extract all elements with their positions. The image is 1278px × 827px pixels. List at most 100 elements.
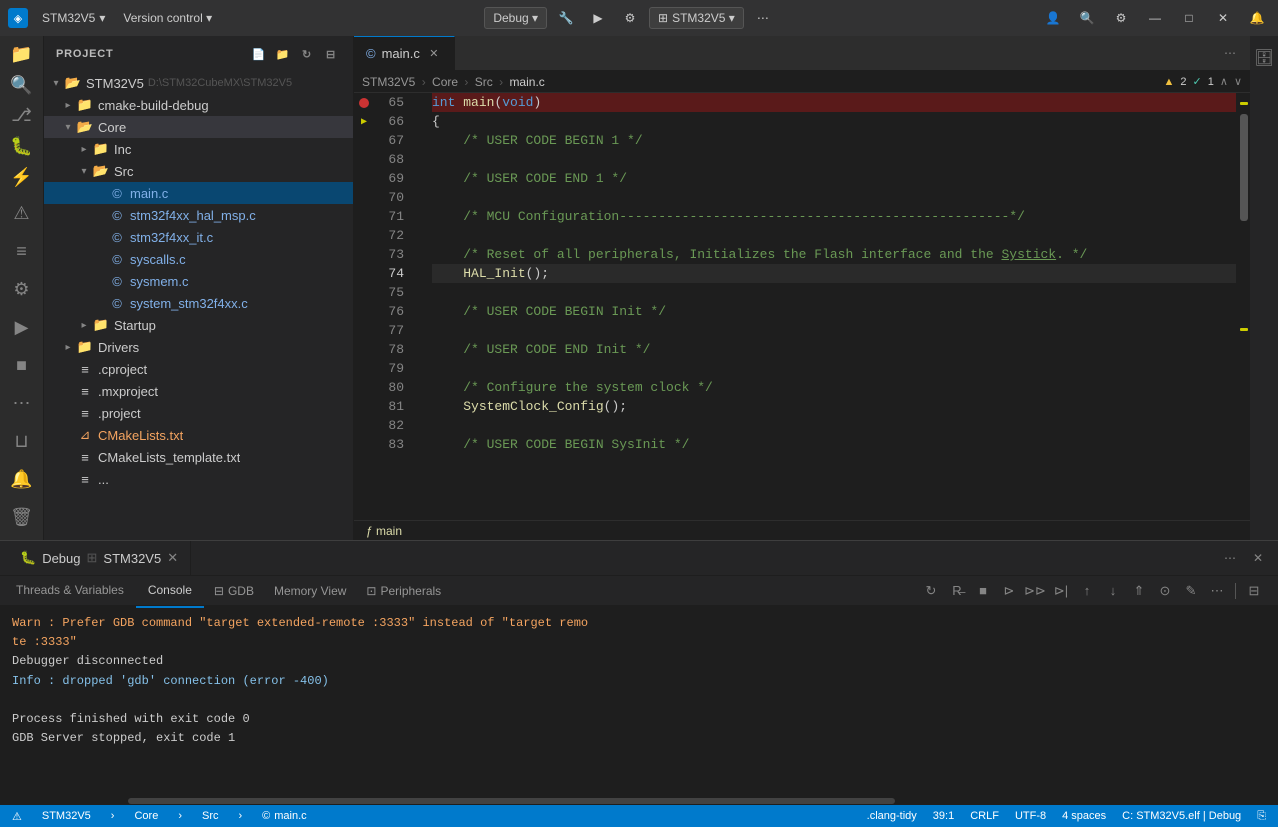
tree-item-cmakelists[interactable]: ▸ ⊿ CMakeLists.txt	[44, 424, 353, 446]
breadcrumb-file[interactable]: main.c	[509, 75, 544, 89]
bell-icon[interactable]: 🔔	[4, 462, 40, 498]
more-debug-icon[interactable]: ⋯	[1205, 579, 1229, 603]
status-sync-icon[interactable]: ⎘	[1253, 810, 1270, 823]
status-project[interactable]: STM32V5	[38, 810, 95, 822]
tree-item-more[interactable]: ▸ ≡ ...	[44, 468, 353, 490]
debug-selector[interactable]: Debug ▾	[484, 7, 547, 29]
explorer-icon[interactable]: 📁	[4, 40, 40, 69]
new-folder-icon[interactable]: 📁	[273, 44, 293, 64]
status-core[interactable]: Core	[130, 810, 162, 822]
tree-item-cproject[interactable]: ▸ ≡ .cproject	[44, 358, 353, 380]
tab-peripherals[interactable]: ⊡ Peripherals	[356, 576, 451, 606]
tab-main-c[interactable]: © main.c ✕	[354, 36, 455, 71]
tree-item-src[interactable]: ▾ 📂 Src	[44, 160, 353, 182]
editor-scrollbar[interactable]	[1236, 93, 1250, 520]
extensions-icon[interactable]: ⚡	[4, 163, 40, 192]
warning-icon[interactable]: ⚠	[4, 196, 40, 232]
settings-icon[interactable]: ⚙	[617, 5, 643, 31]
tab-close-button[interactable]: ✕	[426, 46, 442, 62]
list-icon[interactable]: ≡	[4, 234, 40, 270]
minimize-button[interactable]: —	[1142, 5, 1168, 31]
run-config-icon[interactable]: 🔧	[553, 5, 579, 31]
nav-up-icon[interactable]: ∧	[1220, 75, 1228, 88]
record-icon[interactable]: ⊙	[1153, 579, 1177, 603]
play-button[interactable]: ▶	[585, 5, 611, 31]
tree-item-system-stm32[interactable]: © system_stm32f4xx.c	[44, 292, 353, 314]
step-into-icon[interactable]: ⊳⊳	[1023, 579, 1047, 603]
debug-icon[interactable]: 🐛	[4, 132, 40, 161]
tree-item-cmake-build[interactable]: ▸ 📁 cmake-build-debug	[44, 94, 353, 116]
tree-item-startup[interactable]: ▸ 📁 Startup	[44, 314, 353, 336]
search-icon[interactable]: 🔍	[4, 71, 40, 100]
status-encoding[interactable]: UTF-8	[1011, 810, 1050, 822]
trash-icon[interactable]: 🗑	[4, 500, 40, 536]
menu-version-control[interactable]: Version control ▾	[115, 7, 220, 29]
stop-icon[interactable]: ■	[4, 348, 40, 384]
more-icon[interactable]: ⋯	[4, 386, 40, 422]
tree-item-stm32v5[interactable]: ▾ 📂 STM32V5 D:\STM32CubeMX\STM32V5	[44, 72, 353, 94]
tree-item-sysmem[interactable]: © sysmem.c	[44, 270, 353, 292]
tree-item-main-c[interactable]: © main.c	[44, 182, 353, 204]
breadcrumb-stm32v5[interactable]: STM32V5	[362, 75, 415, 89]
tree-item-drivers[interactable]: ▸ 📁 Drivers	[44, 336, 353, 358]
tree-item-inc[interactable]: ▸ 📁 Inc	[44, 138, 353, 160]
sidebar-content[interactable]: ▾ 📂 STM32V5 D:\STM32CubeMX\STM32V5 ▸ 📁 c…	[44, 72, 353, 540]
code-editor[interactable]: ▶ 65	[354, 93, 1250, 520]
menu-stm32v5[interactable]: STM32V5 ▾	[34, 7, 113, 29]
close-button[interactable]: ✕	[1210, 5, 1236, 31]
panel-more-icon[interactable]: ⋯	[1218, 546, 1242, 570]
stop-icon[interactable]: ■	[971, 579, 995, 603]
status-src[interactable]: Src	[198, 810, 223, 822]
step-up-icon[interactable]: ↑	[1075, 579, 1099, 603]
account-icon[interactable]: 👤	[1040, 5, 1066, 31]
debug-session-close[interactable]: ✕	[167, 550, 178, 566]
debug-session-tab[interactable]: 🐛 Debug ⊞ STM32V5 ✕	[8, 541, 191, 576]
reset-icon[interactable]: R̶	[945, 579, 969, 603]
settings-icon[interactable]: ⚙	[4, 272, 40, 308]
new-file-icon[interactable]: 📄	[249, 44, 269, 64]
tree-item-it-c[interactable]: © stm32f4xx_it.c	[44, 226, 353, 248]
debug-scrollbar[interactable]	[0, 797, 1278, 805]
tree-item-hal-msp[interactable]: © stm32f4xx_hal_msp.c	[44, 204, 353, 226]
status-warning-icon[interactable]: ⚠	[8, 810, 26, 823]
step-up2-icon[interactable]: ⇑	[1127, 579, 1151, 603]
tab-threads-variables[interactable]: Threads & Variables	[4, 573, 136, 608]
step-out-icon[interactable]: ⊳|	[1049, 579, 1073, 603]
breakpoint-icon[interactable]	[359, 98, 369, 108]
gear-icon[interactable]: ⚙	[1108, 5, 1134, 31]
restart-icon[interactable]: ↻	[919, 579, 943, 603]
database-icon[interactable]: 🗄	[1246, 40, 1278, 76]
status-clang-tidy[interactable]: .clang-tidy	[863, 810, 921, 822]
status-build-target[interactable]: C: STM32V5.elf | Debug	[1118, 810, 1245, 822]
step-down-icon[interactable]: ↓	[1101, 579, 1125, 603]
step-over-icon[interactable]: ⊳	[997, 579, 1021, 603]
edit-icon[interactable]: ✎	[1179, 579, 1203, 603]
tab-console[interactable]: Console	[136, 573, 204, 608]
breadcrumb-core[interactable]: Core	[432, 75, 458, 89]
collapse-icon[interactable]: ⊟	[321, 44, 341, 64]
layout-icon[interactable]: ⊟	[1242, 579, 1266, 603]
more-actions-icon[interactable]: ⋯	[750, 5, 776, 31]
nav-down-icon[interactable]: ∨	[1234, 75, 1242, 88]
run-icon[interactable]: ▶	[4, 310, 40, 346]
notification-icon[interactable]: 🔔	[1244, 5, 1270, 31]
code-content[interactable]: int main(void) { /* USER CODE BEGIN 1 */…	[424, 93, 1236, 520]
search-icon[interactable]: 🔍	[1074, 5, 1100, 31]
tree-item-mxproject[interactable]: ▸ ≡ .mxproject	[44, 380, 353, 402]
status-indent[interactable]: 4 spaces	[1058, 810, 1110, 822]
refresh-icon[interactable]: ↻	[297, 44, 317, 64]
tree-item-project[interactable]: ▸ ≡ .project	[44, 402, 353, 424]
tree-item-core[interactable]: ▾ 📂 Core	[44, 116, 353, 138]
terminal-icon[interactable]: ⊔	[4, 424, 40, 460]
source-control-icon[interactable]: ⎇	[4, 102, 40, 131]
tab-memory-view[interactable]: Memory View	[264, 576, 356, 606]
target-selector[interactable]: ⊞ STM32V5 ▾	[649, 7, 744, 29]
breadcrumb-src[interactable]: Src	[475, 75, 493, 89]
status-file[interactable]: © main.c	[258, 810, 311, 822]
tab-more-icon[interactable]: ⋯	[1218, 41, 1242, 65]
status-cursor-pos[interactable]: 39:1	[929, 810, 958, 822]
maximize-button[interactable]: □	[1176, 5, 1202, 31]
panel-close-icon[interactable]: ✕	[1246, 546, 1270, 570]
tab-gdb[interactable]: ⊟ GDB	[204, 576, 264, 606]
tree-item-syscalls[interactable]: © syscalls.c	[44, 248, 353, 270]
